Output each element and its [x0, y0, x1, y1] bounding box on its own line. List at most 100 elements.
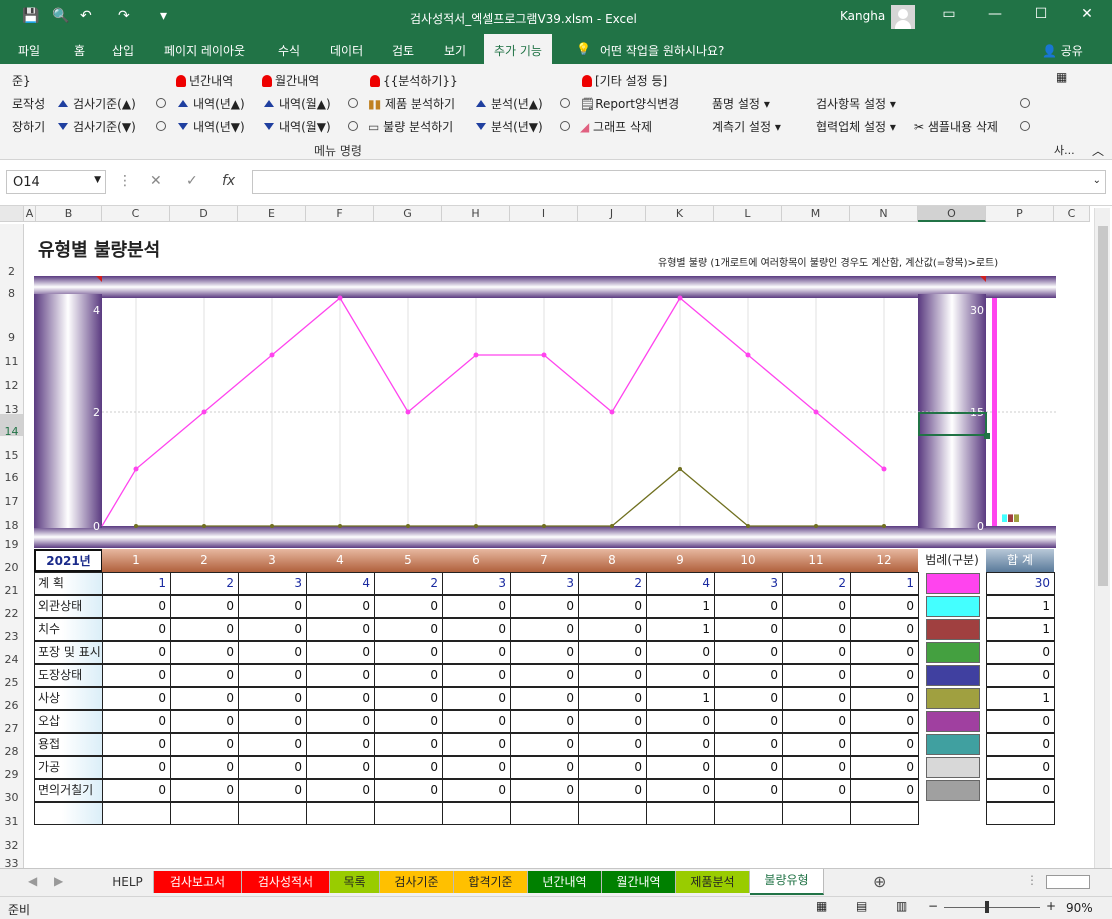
row-header[interactable]: 29 — [0, 756, 24, 781]
share-button[interactable]: 👤 공유 — [1042, 42, 1083, 59]
data-cell[interactable]: 0 — [306, 641, 375, 664]
insert-function-icon[interactable]: fx — [222, 173, 235, 189]
total-cell[interactable]: 0 — [986, 664, 1055, 687]
redo-icon[interactable]: ↷ — [118, 8, 130, 24]
tab-page-layout[interactable]: 페이지 레이아웃 — [164, 42, 245, 59]
yearly-button[interactable]: 년간내역 — [176, 72, 233, 89]
data-cell[interactable]: 1 — [646, 595, 715, 618]
data-cell[interactable]: 0 — [238, 618, 307, 641]
data-cell[interactable]: 0 — [782, 595, 851, 618]
row-header[interactable]: 23 — [0, 618, 24, 643]
data-cell[interactable]: 0 — [238, 641, 307, 664]
column-header[interactable]: O — [918, 206, 986, 222]
analyze-button[interactable]: {{분석하기}} — [370, 72, 458, 89]
sheet-tab[interactable]: 합격기준 — [454, 871, 528, 893]
data-cell[interactable]: 0 — [578, 733, 647, 756]
tab-formulas[interactable]: 수식 — [278, 42, 300, 59]
tab-review[interactable]: 검토 — [392, 42, 414, 59]
data-cell[interactable]: 0 — [510, 756, 579, 779]
empty-total-cell[interactable] — [986, 802, 1055, 825]
data-cell[interactable]: 0 — [170, 641, 239, 664]
empty-cell[interactable] — [238, 802, 307, 825]
data-cell[interactable]: 0 — [646, 733, 715, 756]
row-label[interactable]: 가공 — [34, 756, 103, 779]
data-cell[interactable]: 0 — [714, 664, 783, 687]
row-label[interactable]: 용접 — [34, 733, 103, 756]
radio-8[interactable] — [1020, 119, 1030, 133]
data-cell[interactable]: 3 — [510, 572, 579, 595]
total-cell[interactable]: 0 — [986, 779, 1055, 802]
row-header[interactable]: 2 — [0, 224, 24, 278]
row-label[interactable]: 포장 및 표시 — [34, 641, 103, 664]
data-cell[interactable]: 0 — [646, 664, 715, 687]
row-header[interactable]: 8 — [0, 276, 24, 300]
sheet-tab[interactable]: 제품분석 — [676, 871, 750, 893]
empty-cell[interactable] — [102, 802, 171, 825]
data-cell[interactable]: 0 — [782, 779, 851, 802]
data-cell[interactable]: 0 — [170, 756, 239, 779]
data-cell[interactable]: 0 — [510, 710, 579, 733]
empty-cell[interactable] — [306, 802, 375, 825]
add-sheet-icon[interactable]: ⊕ — [873, 872, 886, 891]
month-header[interactable]: 2 — [170, 549, 238, 572]
data-cell[interactable]: 2 — [374, 572, 443, 595]
data-cell[interactable]: 0 — [238, 687, 307, 710]
column-header[interactable]: C — [102, 206, 170, 222]
zoom-level[interactable]: 90% — [1066, 901, 1093, 915]
scroll-thumb[interactable] — [1098, 226, 1108, 586]
row-header[interactable]: 15 — [0, 436, 24, 462]
data-cell[interactable]: 1 — [102, 572, 171, 595]
data-cell[interactable]: 0 — [714, 779, 783, 802]
data-cell[interactable]: 0 — [442, 595, 511, 618]
select-all-corner[interactable] — [0, 206, 24, 222]
data-cell[interactable]: 0 — [374, 664, 443, 687]
name-box[interactable]: O14 ▼ — [6, 170, 106, 194]
fill-handle[interactable] — [984, 433, 990, 439]
data-cell[interactable]: 0 — [510, 779, 579, 802]
data-cell[interactable]: 0 — [578, 641, 647, 664]
data-cell[interactable]: 0 — [374, 618, 443, 641]
empty-cell[interactable] — [374, 802, 443, 825]
data-cell[interactable]: 0 — [442, 618, 511, 641]
row-header[interactable]: 9 — [0, 298, 24, 344]
data-cell[interactable]: 0 — [578, 618, 647, 641]
data-cell[interactable]: 0 — [782, 733, 851, 756]
data-cell[interactable]: 0 — [850, 756, 919, 779]
zoom-out-icon[interactable]: − — [928, 899, 938, 913]
sheet-tab[interactable]: HELP — [102, 871, 154, 893]
data-cell[interactable]: 0 — [102, 756, 171, 779]
radio-3[interactable] — [348, 96, 358, 110]
data-cell[interactable]: 0 — [782, 664, 851, 687]
detail-year-up-button[interactable]: 내역(년▲) — [178, 95, 245, 112]
column-header[interactable]: A — [24, 206, 36, 222]
column-header[interactable]: B — [36, 206, 102, 222]
data-cell[interactable]: 0 — [646, 641, 715, 664]
empty-cell[interactable] — [646, 802, 715, 825]
data-cell[interactable]: 0 — [442, 710, 511, 733]
total-cell[interactable]: 1 — [986, 618, 1055, 641]
data-cell[interactable]: 0 — [238, 664, 307, 687]
data-cell[interactable]: 1 — [646, 687, 715, 710]
data-cell[interactable]: 0 — [238, 779, 307, 802]
row-label[interactable]: 치수 — [34, 618, 103, 641]
normal-view-icon[interactable]: ▦ — [816, 899, 827, 913]
data-cell[interactable]: 0 — [306, 618, 375, 641]
empty-cell[interactable] — [170, 802, 239, 825]
row-header[interactable]: 16 — [0, 460, 24, 484]
scroll-left-icon[interactable]: ◀ — [28, 874, 37, 888]
data-cell[interactable]: 0 — [850, 664, 919, 687]
month-header[interactable]: 3 — [238, 549, 306, 572]
data-cell[interactable]: 0 — [306, 687, 375, 710]
total-cell[interactable]: 0 — [986, 710, 1055, 733]
row-header[interactable]: 18 — [0, 506, 24, 532]
row-header[interactable]: 12 — [0, 366, 24, 392]
total-cell[interactable]: 30 — [986, 572, 1055, 595]
meter-setting-dropdown[interactable]: 계측기 설정 ▾ — [712, 118, 781, 135]
row-header[interactable]: 25 — [0, 664, 24, 689]
product-analysis-button[interactable]: ▮▮ 제품 분석하기 — [368, 95, 455, 112]
data-cell[interactable]: 0 — [442, 664, 511, 687]
detail-year-down-button[interactable]: 내역(년▼) — [178, 118, 245, 135]
zoom-slider[interactable] — [944, 907, 1040, 908]
data-cell[interactable]: 0 — [578, 756, 647, 779]
tab-view[interactable]: 보기 — [444, 42, 466, 59]
